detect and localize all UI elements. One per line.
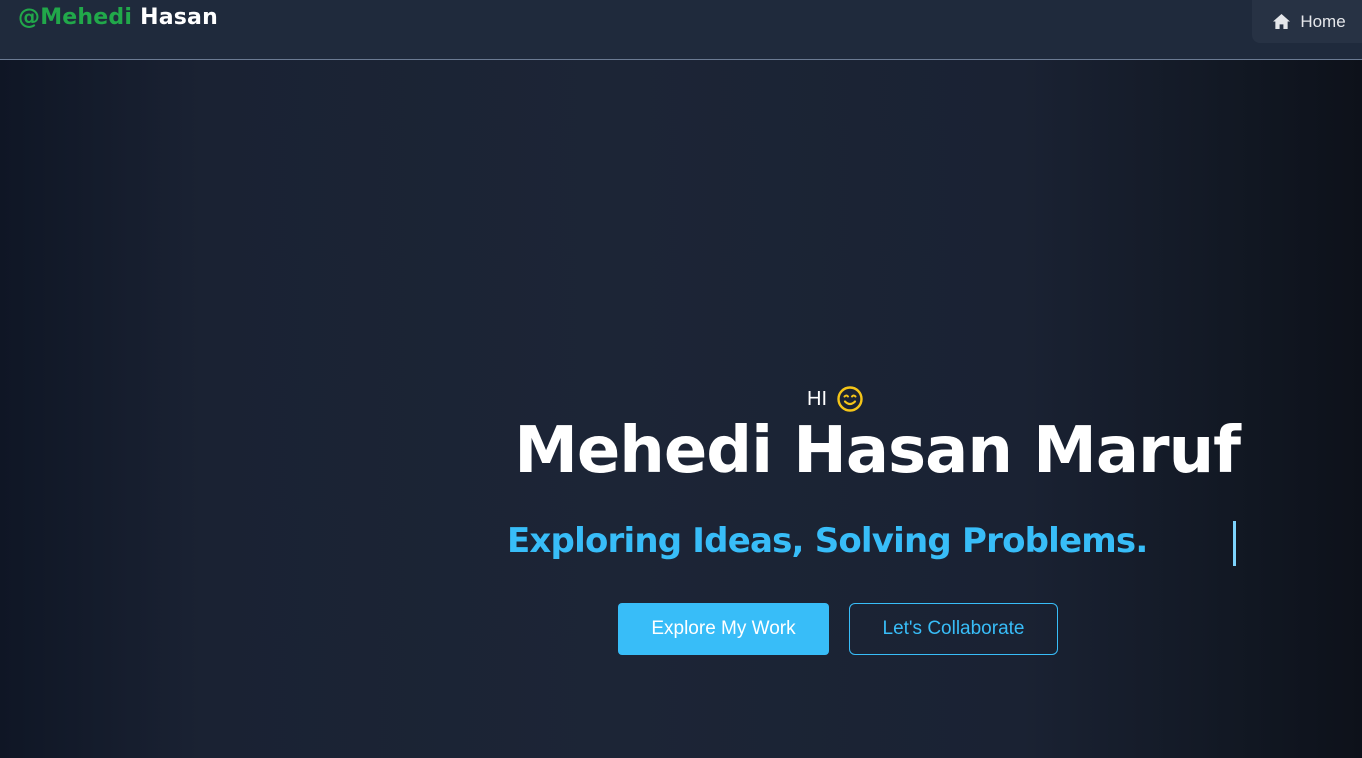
hero-name: Mehedi Hasan Maruf — [514, 414, 1241, 488]
brand-logo[interactable]: @Mehedi Hasan — [18, 5, 218, 30]
collaborate-button[interactable]: Let's Collaborate — [849, 603, 1058, 655]
home-icon — [1272, 13, 1291, 30]
greeting-text: HI — [807, 387, 827, 410]
brand-prefix: @Mehedi — [18, 5, 133, 30]
brand-suffix: Hasan — [140, 5, 218, 30]
top-navbar: @Mehedi Hasan Home — [0, 0, 1362, 60]
greeting: HI — [807, 385, 864, 413]
home-nav-label: Home — [1300, 11, 1346, 31]
portfolio-page: @Mehedi Hasan Home HI Mehedi Hasan Maruf… — [0, 0, 1362, 758]
hero-section: HI Mehedi Hasan Maruf Exploring Ideas, S… — [0, 61, 1362, 758]
hero-tagline: Exploring Ideas, Solving Problems. — [507, 521, 1148, 561]
home-nav-button[interactable]: Home — [1252, 0, 1362, 43]
explore-work-button[interactable]: Explore My Work — [618, 603, 829, 655]
smiling-face-icon — [836, 385, 864, 413]
typing-cursor — [1233, 521, 1236, 566]
